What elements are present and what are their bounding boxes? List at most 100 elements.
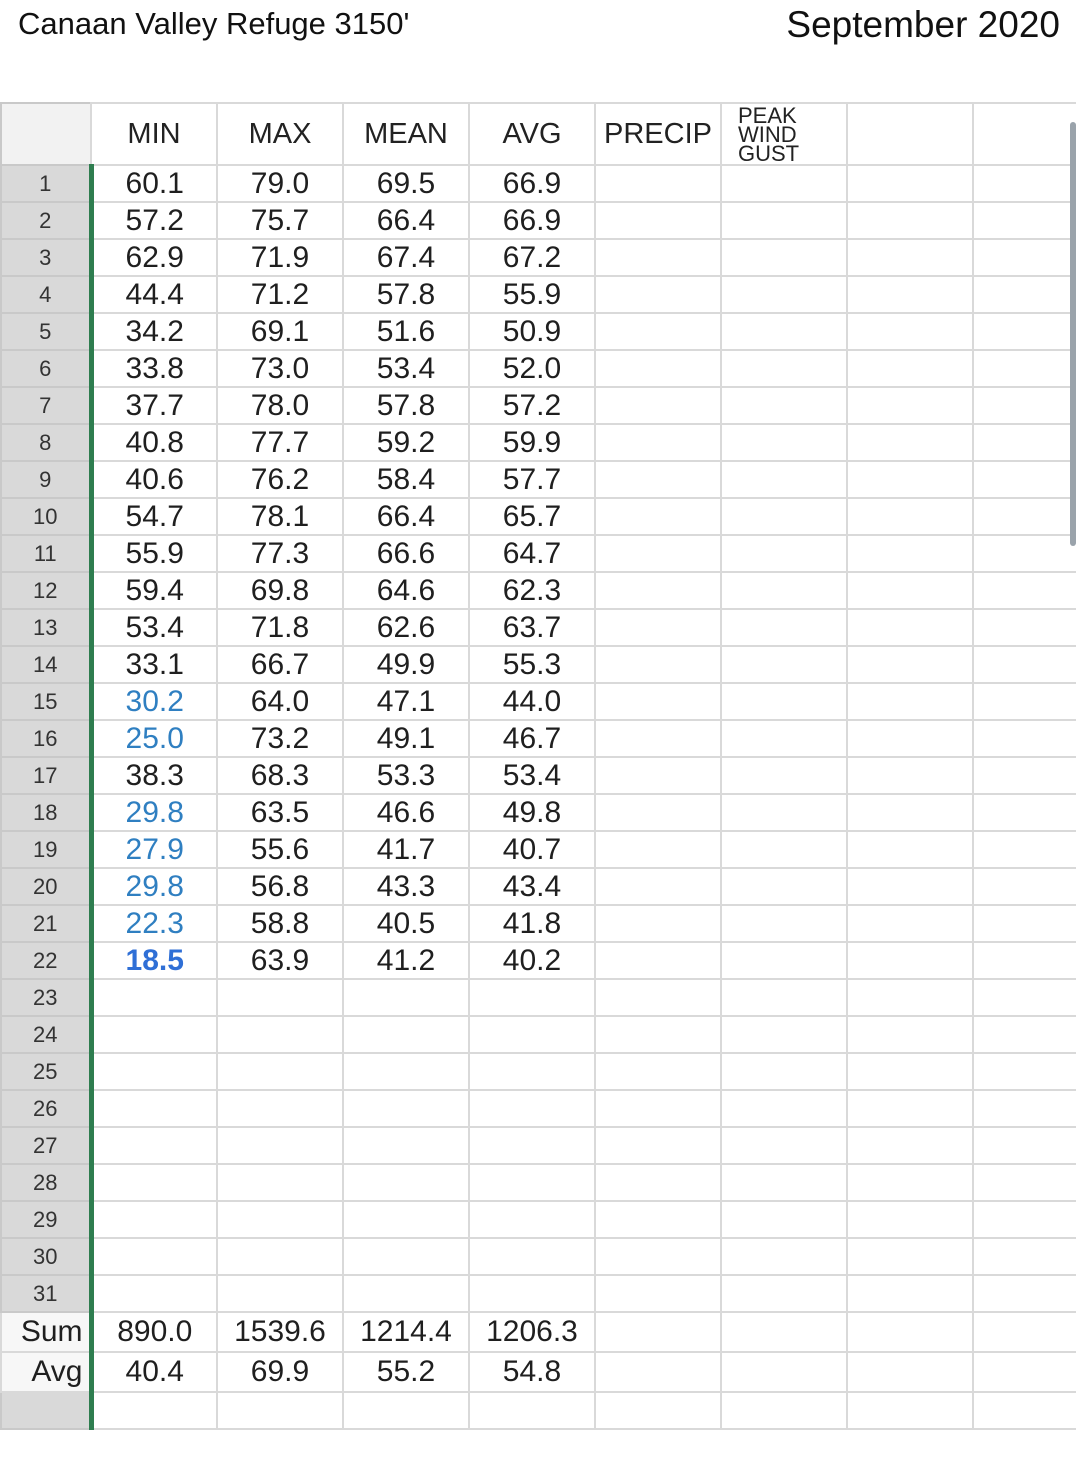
cell-max[interactable]: 73.2 (216, 719, 344, 758)
row-number[interactable]: 30 (0, 1237, 94, 1276)
cell-mean[interactable]: 49.1 (342, 719, 470, 758)
spreadsheet-grid[interactable]: MIN MAX MEAN AVG PRECIP PEAK WIND GUST 1 60… (0, 102, 1076, 1480)
row-number[interactable]: 17 (0, 756, 94, 795)
cell-mean[interactable]: 40.5 (342, 904, 470, 943)
cell-max[interactable] (216, 1163, 344, 1202)
empty-cell[interactable] (846, 164, 974, 203)
cell-mean[interactable] (342, 1200, 470, 1239)
cell-max[interactable]: 63.9 (216, 941, 344, 980)
cell-min[interactable]: 18.5 (90, 941, 218, 980)
cell-mean[interactable] (342, 1274, 470, 1313)
cell-max[interactable]: 75.7 (216, 201, 344, 240)
cell-max[interactable] (216, 1237, 344, 1276)
empty-cell[interactable] (972, 1200, 1076, 1239)
cell-avg[interactable] (468, 1200, 596, 1239)
cell-max[interactable]: 73.0 (216, 349, 344, 388)
empty-cell[interactable] (720, 238, 848, 277)
cell-min[interactable] (90, 1200, 218, 1239)
empty-cell[interactable] (846, 423, 974, 462)
empty-cell[interactable] (720, 1311, 848, 1353)
cell-min[interactable]: 22.3 (90, 904, 218, 943)
empty-cell[interactable] (972, 349, 1076, 388)
row-number[interactable]: 1 (0, 164, 94, 203)
cell-mean[interactable]: 66.4 (342, 497, 470, 536)
cell-min[interactable]: 54.7 (90, 497, 218, 536)
empty-cell[interactable] (846, 497, 974, 536)
empty-cell[interactable] (720, 497, 848, 536)
empty-cell[interactable] (720, 1015, 848, 1054)
empty-cell[interactable] (594, 682, 722, 721)
empty-cell[interactable] (972, 608, 1076, 647)
cell-max[interactable] (216, 1126, 344, 1165)
empty-cell[interactable] (594, 275, 722, 314)
row-number[interactable]: 9 (0, 460, 94, 499)
empty-cell[interactable] (972, 571, 1076, 610)
empty-cell[interactable] (594, 497, 722, 536)
cell-min[interactable] (90, 978, 218, 1017)
avg-row-min[interactable]: 40.4 (90, 1351, 218, 1393)
empty-cell[interactable] (846, 1052, 974, 1091)
cell-mean[interactable]: 66.6 (342, 534, 470, 573)
empty-cell[interactable] (972, 830, 1076, 869)
cell-max[interactable]: 69.1 (216, 312, 344, 351)
cell-max[interactable]: 69.8 (216, 571, 344, 610)
row-number[interactable]: 16 (0, 719, 94, 758)
empty-cell[interactable] (720, 423, 848, 462)
row-number[interactable]: 6 (0, 349, 94, 388)
row-number[interactable]: 18 (0, 793, 94, 832)
empty-cell[interactable] (720, 756, 848, 795)
empty-cell[interactable] (594, 867, 722, 906)
cell-min[interactable]: 38.3 (90, 756, 218, 795)
empty-cell[interactable] (972, 1391, 1076, 1430)
empty-cell[interactable] (594, 756, 722, 795)
empty-cell[interactable] (594, 608, 722, 647)
empty-cell[interactable] (720, 793, 848, 832)
empty-cell[interactable] (594, 201, 722, 240)
cell-mean[interactable]: 53.3 (342, 756, 470, 795)
empty-cell[interactable] (594, 645, 722, 684)
empty-cell[interactable] (720, 534, 848, 573)
empty-cell[interactable] (594, 1274, 722, 1313)
cell-min[interactable] (90, 1237, 218, 1276)
cell-min[interactable]: 57.2 (90, 201, 218, 240)
empty-cell[interactable] (720, 201, 848, 240)
empty-cell[interactable] (846, 682, 974, 721)
cell-min[interactable]: 62.9 (90, 238, 218, 277)
cell-mean[interactable]: 41.7 (342, 830, 470, 869)
empty-cell[interactable] (720, 1089, 848, 1128)
cell-avg[interactable]: 62.3 (468, 571, 596, 610)
row-number[interactable]: 21 (0, 904, 94, 943)
cell-mean[interactable] (342, 1163, 470, 1202)
cell-avg[interactable]: 57.2 (468, 386, 596, 425)
empty-cell[interactable] (594, 460, 722, 499)
empty-cell[interactable] (594, 1351, 722, 1393)
empty-cell[interactable] (972, 645, 1076, 684)
cell-mean[interactable] (342, 1237, 470, 1276)
cell-mean[interactable]: 47.1 (342, 682, 470, 721)
empty-cell[interactable] (846, 1126, 974, 1165)
cell-avg[interactable]: 55.3 (468, 645, 596, 684)
row-number[interactable]: 14 (0, 645, 94, 684)
empty-cell[interactable] (594, 1311, 722, 1353)
cell-mean[interactable]: 46.6 (342, 793, 470, 832)
empty-cell[interactable] (846, 941, 974, 980)
empty-cell[interactable] (972, 793, 1076, 832)
empty-cell[interactable] (594, 423, 722, 462)
avg-row-label[interactable]: Avg (0, 1351, 94, 1393)
cell-max[interactable]: 56.8 (216, 867, 344, 906)
empty-cell[interactable] (972, 534, 1076, 573)
cell-max[interactable]: 55.6 (216, 830, 344, 869)
empty-cell[interactable] (972, 941, 1076, 980)
empty-cell[interactable] (720, 719, 848, 758)
empty-cell[interactable] (720, 571, 848, 610)
header-precip[interactable]: PRECIP (594, 102, 722, 166)
cell-mean[interactable]: 57.8 (342, 275, 470, 314)
cell-mean[interactable]: 62.6 (342, 608, 470, 647)
cell-max[interactable]: 79.0 (216, 164, 344, 203)
cell-min[interactable] (90, 1052, 218, 1091)
empty-cell[interactable] (846, 1351, 974, 1393)
row-number[interactable]: 2 (0, 201, 94, 240)
cell-min[interactable] (90, 1089, 218, 1128)
empty-cell[interactable] (846, 719, 974, 758)
cell-avg[interactable] (468, 1052, 596, 1091)
